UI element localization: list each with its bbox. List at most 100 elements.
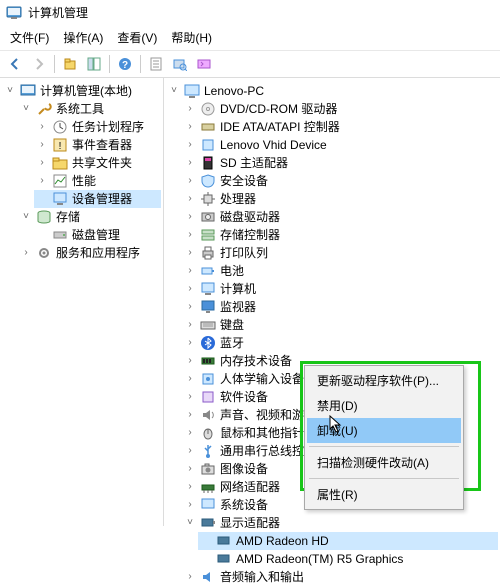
- tree-label: 打印队列: [220, 245, 268, 261]
- expand-icon[interactable]: ›: [184, 463, 196, 475]
- expand-icon[interactable]: ›: [184, 301, 196, 313]
- refresh-button[interactable]: [193, 53, 215, 75]
- expand-icon[interactable]: ›: [36, 157, 48, 169]
- ctx-properties[interactable]: 属性(R): [307, 482, 461, 507]
- storage-icon: [36, 209, 52, 225]
- expand-icon[interactable]: ›: [184, 175, 196, 187]
- expand-icon[interactable]: ›: [184, 283, 196, 295]
- ctx-separator: [309, 478, 459, 479]
- expand-icon[interactable]: ›: [184, 427, 196, 439]
- expand-icon[interactable]: ›: [184, 391, 196, 403]
- cat-display-adapters[interactable]: ˅显示适配器: [182, 514, 498, 532]
- cat-keyboards[interactable]: ›键盘: [182, 316, 498, 334]
- device-root[interactable]: ˅ Lenovo-PC: [166, 82, 498, 100]
- cat-print-queue[interactable]: › 打印队列: [182, 244, 498, 262]
- hid-icon: [200, 371, 216, 387]
- expand-icon[interactable]: ›: [184, 355, 196, 367]
- ctx-uninstall[interactable]: 卸载(U): [307, 418, 461, 443]
- camera-icon: [200, 461, 216, 477]
- expand-icon[interactable]: ›: [184, 103, 196, 115]
- expand-icon[interactable]: ›: [184, 571, 196, 583]
- expand-icon[interactable]: ›: [20, 247, 32, 259]
- expand-icon[interactable]: ›: [184, 157, 196, 169]
- computer-mgmt-icon: [20, 83, 36, 99]
- tree-event-viewer[interactable]: ›!事件查看器: [34, 136, 161, 154]
- system-icon: [200, 497, 216, 513]
- expand-icon[interactable]: ›: [184, 319, 196, 331]
- tree-device-manager[interactable]: ·设备管理器: [34, 190, 161, 208]
- expand-icon[interactable]: ›: [184, 337, 196, 349]
- menu-help[interactable]: 帮助(H): [165, 27, 218, 48]
- expand-icon[interactable]: ›: [184, 121, 196, 133]
- cat-bluetooth[interactable]: › 蓝牙: [182, 334, 498, 352]
- expand-icon[interactable]: ›: [184, 139, 196, 151]
- cat-dvd[interactable]: ›DVD/CD-ROM 驱动器: [182, 100, 498, 118]
- cat-processors[interactable]: › 处理器: [182, 190, 498, 208]
- cat-monitors[interactable]: ›监视器: [182, 298, 498, 316]
- scan-button[interactable]: [169, 53, 191, 75]
- memory-icon: [200, 353, 216, 369]
- expand-icon[interactable]: ˅: [20, 103, 32, 115]
- cat-vhid[interactable]: ›Lenovo Vhid Device: [182, 136, 498, 154]
- cat-computer[interactable]: › 计算机: [182, 280, 498, 298]
- expand-icon[interactable]: ›: [184, 247, 196, 259]
- tree-root-local[interactable]: ˅ 计算机管理(本地): [2, 82, 161, 100]
- menubar: 文件(F) 操作(A) 查看(V) 帮助(H): [0, 25, 500, 50]
- expand-icon[interactable]: ˅: [20, 211, 32, 223]
- cat-security[interactable]: › 安全设备: [182, 172, 498, 190]
- ctx-disable[interactable]: 禁用(D): [307, 393, 461, 418]
- disk-icon: [52, 227, 68, 243]
- tree-storage[interactable]: ˅存储: [18, 208, 161, 226]
- expand-icon[interactable]: ›: [184, 445, 196, 457]
- ctx-update-driver[interactable]: 更新驱动程序软件(P)...: [307, 368, 461, 393]
- tree-task-scheduler[interactable]: ›任务计划程序: [34, 118, 161, 136]
- cat-storage-ctrl[interactable]: ›存储控制器: [182, 226, 498, 244]
- tree-label: 内存技术设备: [220, 353, 292, 369]
- app-icon: [6, 5, 22, 21]
- expand-icon[interactable]: ˅: [4, 85, 16, 97]
- expand-icon[interactable]: ›: [36, 139, 48, 151]
- tree-disk-mgmt[interactable]: ·磁盘管理: [34, 226, 161, 244]
- expand-icon[interactable]: ›: [184, 409, 196, 421]
- cat-audio[interactable]: ›音频输入和输出: [182, 568, 498, 586]
- forward-button[interactable]: [28, 53, 50, 75]
- help-button[interactable]: ?: [114, 53, 136, 75]
- cat-sd[interactable]: ›SD 主适配器: [182, 154, 498, 172]
- context-menu: 更新驱动程序软件(P)... 禁用(D) 卸载(U) 扫描检测硬件改动(A) 属…: [304, 365, 464, 510]
- up-button[interactable]: [59, 53, 81, 75]
- tree-label: 计算机: [220, 281, 256, 297]
- cat-battery[interactable]: ›电池: [182, 262, 498, 280]
- expand-icon[interactable]: ›: [184, 265, 196, 277]
- expand-icon[interactable]: ›: [184, 229, 196, 241]
- properties-button[interactable]: [145, 53, 167, 75]
- expand-icon[interactable]: ˅: [184, 517, 196, 529]
- device-icon: [200, 137, 216, 153]
- expand-icon[interactable]: ›: [36, 175, 48, 187]
- show-hide-button[interactable]: [83, 53, 105, 75]
- ctx-scan-hardware[interactable]: 扫描检测硬件改动(A): [307, 450, 461, 475]
- expand-icon[interactable]: ›: [184, 481, 196, 493]
- expand-icon[interactable]: ›: [36, 121, 48, 133]
- tree-services[interactable]: ›服务和应用程序: [18, 244, 161, 262]
- tree-performance[interactable]: ›性能: [34, 172, 161, 190]
- menu-view[interactable]: 查看(V): [111, 27, 163, 48]
- tree-label: 安全设备: [220, 173, 268, 189]
- expand-icon[interactable]: ›: [184, 373, 196, 385]
- back-button[interactable]: [4, 53, 26, 75]
- network-icon: [200, 479, 216, 495]
- expand-icon[interactable]: ˅: [168, 85, 180, 97]
- device-gpu2[interactable]: ·AMD Radeon(TM) R5 Graphics: [198, 550, 498, 568]
- cat-disk-drives[interactable]: ›磁盘驱动器: [182, 208, 498, 226]
- tree-label: 处理器: [220, 191, 256, 207]
- menu-file[interactable]: 文件(F): [4, 27, 55, 48]
- tree-label: 蓝牙: [220, 335, 244, 351]
- cat-ide[interactable]: ›IDE ATA/ATAPI 控制器: [182, 118, 498, 136]
- tree-system-tools[interactable]: ˅ 系统工具: [18, 100, 161, 118]
- tree-label: Lenovo-PC: [204, 83, 264, 99]
- expand-icon[interactable]: ›: [184, 499, 196, 511]
- expand-icon[interactable]: ›: [184, 211, 196, 223]
- expand-icon[interactable]: ›: [184, 193, 196, 205]
- device-gpu1[interactable]: ·AMD Radeon HD: [198, 532, 498, 550]
- tree-shared-folders[interactable]: ›共享文件夹: [34, 154, 161, 172]
- menu-action[interactable]: 操作(A): [57, 27, 109, 48]
